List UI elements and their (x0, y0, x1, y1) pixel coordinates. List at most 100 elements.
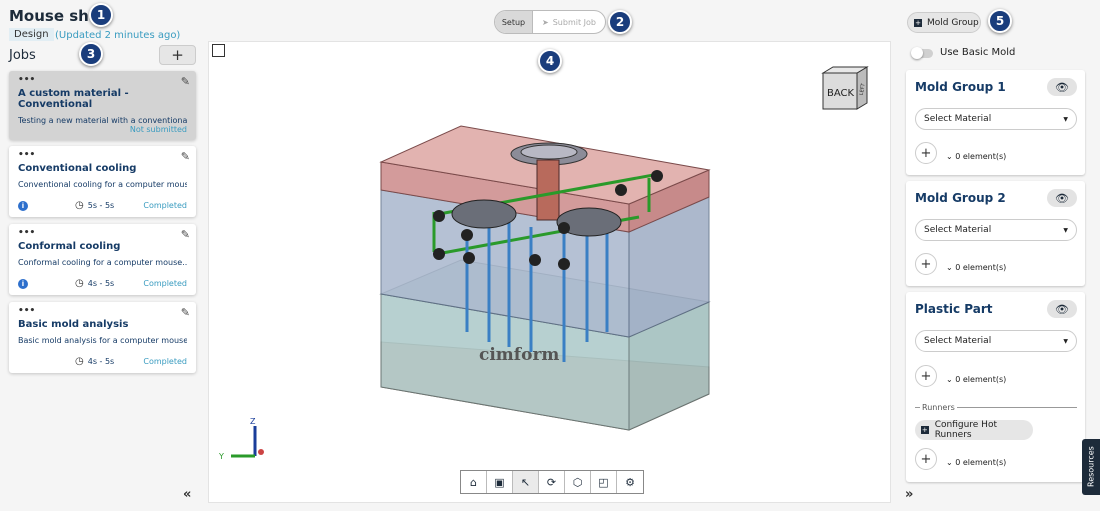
job-card[interactable]: ••• ✎ Conformal cooling Conformal coolin… (9, 224, 196, 295)
eye-icon: 👁 (1055, 191, 1069, 205)
tab-submit-job[interactable]: ➤ Submit Job (533, 11, 605, 33)
rotate-icon[interactable]: ⟳ (539, 471, 565, 493)
job-card[interactable]: ••• ✎ Conventional cooling Conventional … (9, 146, 196, 217)
axes-triad: Z Y (218, 417, 264, 461)
mold-model[interactable]: cimform (209, 42, 892, 504)
group-title: Plastic Part (915, 302, 993, 316)
job-duration: 4s - 5s (87, 357, 115, 366)
material-select-value: Select Material (924, 225, 992, 235)
badge-4: 4 (538, 49, 562, 73)
chevron-down-icon: ▼ (1063, 227, 1068, 234)
material-select[interactable]: Select Material ▼ (915, 330, 1077, 352)
chevron-down-icon: ⌄ (946, 263, 953, 272)
mold-engraving: cimform (479, 345, 559, 365)
info-icon[interactable]: i (18, 278, 28, 289)
chevron-down-icon: ▼ (1063, 338, 1068, 345)
use-basic-mold-label: Use Basic Mold (940, 47, 1016, 58)
edit-pencil-icon[interactable]: ✎ (181, 150, 190, 163)
job-title: A custom material -Conventional (18, 88, 129, 110)
jobs-label: Jobs (9, 48, 36, 63)
collapse-right-icon[interactable]: » (905, 487, 913, 502)
resources-tab[interactable]: Resources (1082, 439, 1100, 495)
info-icon[interactable]: i (18, 200, 28, 211)
group-title: Mold Group 1 (915, 80, 1006, 94)
element-count[interactable]: ⌄ 0 element(s) (946, 263, 1006, 272)
box-view-icon[interactable]: ▣ (487, 471, 513, 493)
runner-element-count[interactable]: ⌄ 0 element(s) (946, 458, 1006, 467)
plus-box-icon: + (921, 426, 929, 434)
job-description: Basic mold analysis for a computer mouse… (18, 336, 187, 345)
job-card[interactable]: ••• ✎ A custom material -Conventional Te… (9, 71, 196, 140)
visibility-toggle[interactable]: 👁 (1047, 78, 1077, 96)
job-status: Completed (143, 201, 187, 210)
badge-3: 3 (79, 42, 103, 66)
select-icon[interactable]: ↖ (513, 471, 539, 493)
expand-viewport-icon[interactable] (212, 44, 225, 57)
job-status: Completed (143, 357, 187, 366)
element-count[interactable]: ⌄ 0 element(s) (946, 375, 1006, 384)
job-description: Conventional cooling for a computer mous… (18, 180, 187, 189)
visibility-toggle[interactable]: 👁 (1047, 300, 1077, 318)
runners-label: Runners (915, 403, 1077, 412)
job-title: Basic mold analysis (18, 319, 129, 330)
home-icon[interactable]: ⌂ (461, 471, 487, 493)
clock-icon: ◷ (75, 278, 84, 289)
send-icon: ➤ (542, 17, 549, 27)
add-element-button[interactable]: + (915, 365, 937, 387)
add-job-button[interactable]: + (159, 45, 196, 65)
material-select[interactable]: Select Material ▼ (915, 219, 1077, 241)
front-view-icon[interactable]: ◰ (591, 471, 617, 493)
edit-pencil-icon[interactable]: ✎ (181, 228, 190, 241)
use-basic-mold-toggle[interactable] (911, 47, 933, 59)
element-count[interactable]: ⌄ 0 element(s) (946, 152, 1006, 161)
clock-icon: ◷ (75, 356, 84, 367)
chevron-down-icon: ▼ (1063, 116, 1068, 123)
eye-icon: 👁 (1055, 80, 1069, 94)
group-title: Mold Group 2 (915, 191, 1006, 205)
chevron-down-icon: ⌄ (946, 152, 953, 161)
chevron-down-icon: ⌄ (946, 458, 953, 467)
axis-y-label: Y (218, 452, 224, 461)
badge-1: 1 (89, 3, 113, 27)
view-cube[interactable]: BACK LEFT (821, 65, 871, 113)
job-duration: 5s - 5s (87, 201, 115, 210)
mode-tag: Design (9, 28, 54, 41)
job-card[interactable]: ••• ✎ Basic mold analysis Basic mold ana… (9, 302, 196, 373)
edit-pencil-icon[interactable]: ✎ (181, 306, 190, 319)
visibility-toggle[interactable]: 👁 (1047, 189, 1077, 207)
edit-pencil-icon[interactable]: ✎ (181, 75, 190, 88)
material-select-value: Select Material (924, 336, 992, 346)
updated-timestamp: (Updated 2 minutes ago) (55, 30, 181, 41)
material-select-value: Select Material (924, 114, 992, 124)
settings-icon[interactable]: ⚙ (617, 471, 643, 493)
more-options-icon[interactable]: ••• (18, 151, 187, 160)
mold-group-card: Mold Group 1 👁 Select Material ▼ + ⌄ 0 el… (906, 70, 1085, 175)
job-description: Conformal cooling for a computer mouse..… (18, 258, 187, 267)
3d-viewport[interactable]: 4 cimform BACK LEFT Z Y (208, 41, 891, 503)
add-element-button[interactable]: + (915, 142, 937, 164)
configure-hot-runners-button[interactable]: + Configure Hot Runners (915, 420, 1033, 440)
cube-back-label: BACK (827, 88, 855, 99)
more-options-icon[interactable]: ••• (18, 76, 187, 85)
badge-5: 5 (988, 9, 1012, 33)
more-options-icon[interactable]: ••• (18, 229, 187, 238)
more-options-icon[interactable]: ••• (18, 307, 187, 316)
mode-tabs: Setup ➤ Submit Job (494, 10, 606, 34)
clock-icon: ◷ (75, 200, 84, 211)
view-toolbar: ⌂ ▣ ↖ ⟳ ⬡ ◰ ⚙ (460, 470, 644, 494)
plus-box-icon: + (914, 18, 922, 27)
iso-view-icon[interactable]: ⬡ (565, 471, 591, 493)
add-element-button[interactable]: + (915, 253, 937, 275)
job-status: Completed (143, 279, 187, 288)
material-select[interactable]: Select Material ▼ (915, 108, 1077, 130)
add-runner-button[interactable]: + (915, 448, 937, 470)
chevron-down-icon: ⌄ (946, 375, 953, 384)
mold-group-button[interactable]: + Mold Group (907, 12, 981, 33)
mold-group-card: Mold Group 2 👁 Select Material ▼ + ⌄ 0 el… (906, 181, 1085, 286)
plus-icon: + (171, 46, 184, 64)
job-status: Not submitted (129, 125, 187, 134)
tab-setup[interactable]: Setup (495, 11, 533, 33)
mold-group-label: Mold Group (927, 17, 979, 28)
tab-submit-label: Submit Job (552, 17, 596, 27)
collapse-left-icon[interactable]: « (183, 487, 191, 502)
